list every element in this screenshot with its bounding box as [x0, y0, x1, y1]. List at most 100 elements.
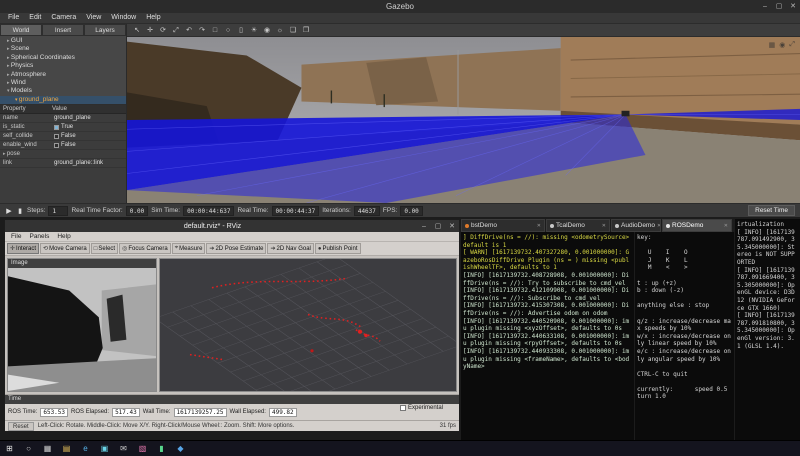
gazebo-titlebar[interactable]: Gazebo – ▢ ✕ — [0, 0, 800, 13]
rviz-tool-button[interactable]: ◎ Focus Camera — [119, 243, 171, 254]
reset-time-button[interactable]: Reset Time — [748, 205, 795, 216]
minimize-button[interactable]: – — [758, 0, 772, 13]
rviz-tool-button[interactable]: ● Publish Point — [315, 243, 361, 254]
tree-item[interactable]: Scene — [0, 45, 126, 53]
minimize-button[interactable]: – — [417, 220, 431, 233]
redo-icon[interactable]: ↷ — [197, 24, 207, 37]
grid-overlay-icon[interactable]: ▦ — [769, 41, 776, 49]
box-shape-icon[interactable]: □ — [210, 24, 220, 37]
point-light-icon[interactable]: ☀ — [249, 24, 259, 37]
maximize-button[interactable]: ▢ — [772, 0, 786, 13]
gazebo-menu-item[interactable]: Camera — [46, 13, 81, 23]
rviz-tool-button[interactable]: ✛ Interact — [7, 243, 39, 254]
task-view-icon[interactable]: ▦ — [38, 441, 57, 456]
AudioDemo[interactable]: AudioDemo ✕ — [611, 219, 661, 232]
gazebo-3d-scene[interactable] — [127, 37, 800, 203]
copy-icon[interactable]: ❏ — [288, 24, 298, 37]
rviz-tool-button[interactable]: □ Select — [91, 243, 118, 254]
sphere-shape-icon[interactable]: ○ — [223, 24, 233, 37]
tree-item[interactable]: GUI — [0, 37, 126, 45]
photos-icon[interactable]: ▧ — [133, 441, 152, 456]
log-line: [INFO] [1617139732.440933308, 0.00100000… — [463, 348, 632, 371]
close-button[interactable]: ✕ — [445, 220, 459, 233]
steps-value[interactable]: 1 — [48, 206, 68, 216]
image-panel-title[interactable]: Image — [8, 259, 156, 268]
gazebo-menu-item[interactable]: Window — [106, 13, 141, 23]
scale-tool-icon[interactable]: ⤢ — [171, 24, 181, 37]
fullscreen-overlay-icon[interactable]: ⤢ — [789, 41, 795, 49]
undo-icon[interactable]: ↶ — [184, 24, 194, 37]
bstDemo[interactable]: bstDemo ✕ — [461, 219, 545, 232]
property-name: enable_wind — [0, 141, 52, 149]
step-button[interactable]: ▮ — [16, 207, 24, 215]
close-button[interactable]: ✕ — [786, 0, 800, 13]
directional-light-icon[interactable]: ☼ — [275, 24, 285, 37]
fps-label: FPS: — [383, 207, 397, 214]
gazebo-menu-item[interactable]: View — [81, 13, 106, 23]
file-explorer-icon[interactable]: ▤ — [57, 441, 76, 456]
tree-item[interactable]: Physics — [0, 62, 126, 70]
ROSDemo[interactable]: ROSDemo ✕ — [662, 219, 732, 232]
rviz-tool-button[interactable]: ➔ 2D Nav Goal — [267, 243, 313, 254]
property-row[interactable]: self_collide False — [0, 132, 126, 141]
mail-icon[interactable]: ✉ — [114, 441, 133, 456]
spot-light-icon[interactable]: ◉ — [262, 24, 272, 37]
checkbox[interactable] — [54, 134, 59, 139]
tree-item[interactable]: ground_plane — [0, 96, 126, 104]
search-icon[interactable]: ○ — [19, 441, 38, 456]
terminal-icon[interactable]: ▮ — [152, 441, 171, 456]
reset-button[interactable]: Reset — [8, 422, 34, 431]
checkbox[interactable] — [54, 125, 59, 130]
property-row[interactable]: is_static True — [0, 123, 126, 132]
camera-overlay-icon[interactable]: ◉ — [779, 41, 785, 49]
rviz-tool-button[interactable]: ⌖ Measure — [172, 243, 206, 254]
property-row[interactable]: enable_wind False — [0, 141, 126, 150]
select-tool-icon[interactable]: ↖ — [132, 24, 142, 37]
maximize-button[interactable]: ▢ — [431, 220, 445, 233]
property-row[interactable]: link ground_plane::link — [0, 159, 126, 168]
gazebo-menu-item[interactable]: Edit — [24, 13, 46, 23]
time-panel-title[interactable]: Time — [5, 395, 459, 404]
tree-item[interactable]: Wind — [0, 79, 126, 87]
edge-icon[interactable]: e — [76, 441, 95, 456]
close-icon[interactable]: ✕ — [602, 223, 606, 229]
gazebo-menu-item[interactable]: Help — [141, 13, 165, 23]
gazebo-menu-item[interactable]: File — [3, 13, 24, 23]
start-button[interactable]: ⊞ — [0, 441, 19, 456]
rviz-tool-button[interactable]: ➔ 2D Pose Estimate — [206, 243, 266, 254]
ros-log-terminal[interactable]: ] DiffDrive(ns = //): missing <odometryS… — [461, 232, 634, 440]
close-icon[interactable]: ✕ — [657, 223, 661, 229]
translate-tool-icon[interactable]: ✛ — [145, 24, 155, 37]
rviz-menu-item[interactable]: Panels — [25, 232, 53, 241]
rviz-3d-view[interactable] — [159, 258, 457, 392]
desktop: Gazebo – ▢ ✕ FileEditCameraViewWindowHel… — [0, 0, 800, 456]
tree-item[interactable]: Spherical Coordinates — [0, 54, 126, 62]
store-icon[interactable]: ▣ — [95, 441, 114, 456]
experimental-checkbox[interactable] — [400, 405, 406, 411]
gazebo-viewport[interactable]: ↖✛⟳⤢↶↷□○▯☀◉☼❏❐ ▦◉⤢ — [127, 24, 800, 203]
rotate-tool-icon[interactable]: ⟳ — [158, 24, 168, 37]
cylinder-shape-icon[interactable]: ▯ — [236, 24, 246, 37]
rviz-titlebar[interactable]: default.rviz* - RViz – ▢ ✕ — [5, 220, 459, 232]
close-icon[interactable]: ✕ — [537, 223, 541, 229]
tree-item[interactable]: Atmosphere — [0, 71, 126, 79]
checkbox[interactable] — [54, 143, 59, 148]
rviz-menu-item[interactable]: Help — [53, 232, 74, 241]
property-name: pose — [0, 150, 52, 158]
play-button[interactable]: ▶ — [5, 207, 13, 215]
gazebo-panel-tab[interactable]: Insert — [42, 24, 84, 36]
property-row[interactable]: pose — [0, 150, 126, 159]
gazebo-panel-tab[interactable]: Layers — [84, 24, 126, 36]
teleop-terminal[interactable]: key: U I O J K L M < >t : up (+z)b : dow… — [635, 232, 734, 440]
vscode-icon[interactable]: ◆ — [171, 441, 190, 456]
paste-icon[interactable]: ❐ — [301, 24, 311, 37]
close-icon[interactable]: ✕ — [724, 223, 728, 229]
time-field-label: ROS Time: — [8, 409, 37, 415]
rviz-tool-button[interactable]: ⟲ Move Camera — [40, 243, 90, 254]
tree-item[interactable]: Models — [0, 87, 126, 95]
gpu-info-terminal[interactable]: irtualization[ INFO] [1617139787.0914929… — [735, 219, 800, 440]
gazebo-panel-tab[interactable]: World — [0, 24, 42, 36]
TcalDemo[interactable]: TcalDemo ✕ — [546, 219, 610, 232]
property-row[interactable]: name ground_plane — [0, 114, 126, 123]
rviz-menu-item[interactable]: File — [7, 232, 25, 241]
